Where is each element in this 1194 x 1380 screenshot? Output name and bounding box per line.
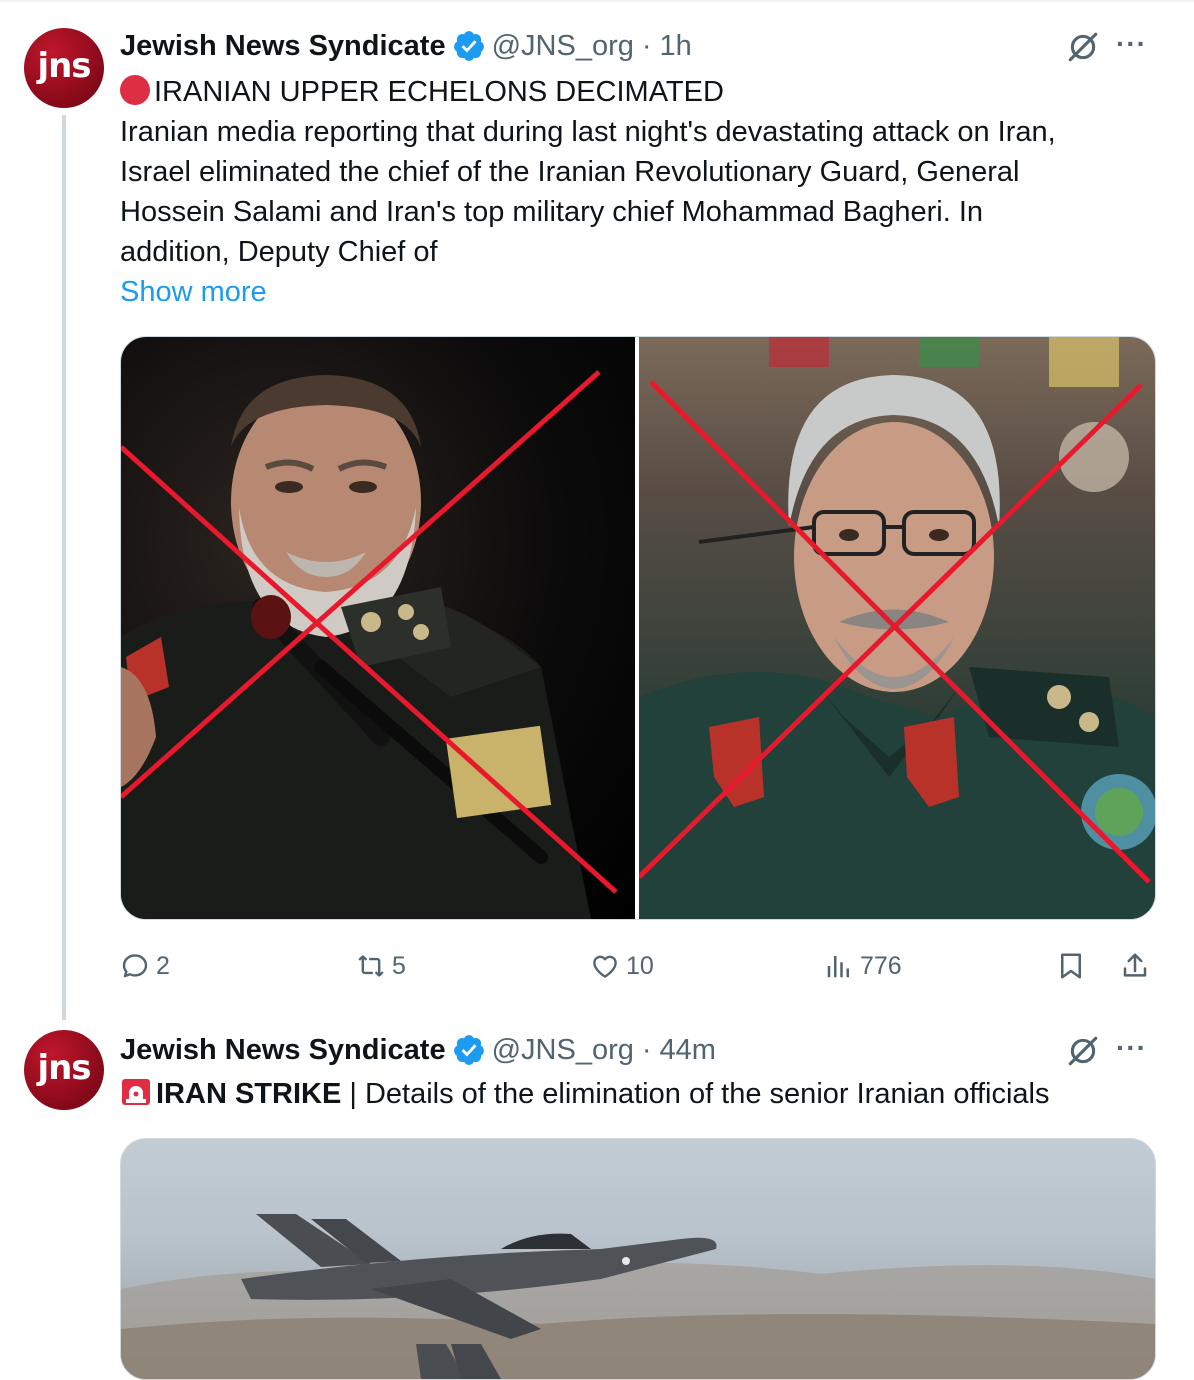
- avatar[interactable]: jns: [24, 1030, 104, 1110]
- bookmark-button[interactable]: [1056, 944, 1092, 988]
- photo-right-illustration: [637, 337, 1155, 919]
- author-name[interactable]: Jewish News Syndicate: [120, 30, 446, 63]
- separator-dot: ·: [641, 29, 652, 62]
- author-name[interactable]: Jewish News Syndicate: [120, 1034, 446, 1067]
- views-count: 776: [860, 951, 902, 980]
- verified-badge-icon[interactable]: [452, 29, 486, 63]
- fighter-jet-photo: [121, 1214, 1155, 1379]
- tweet-header: Jewish News Syndicate @JNS_org · 44m: [120, 1030, 716, 1070]
- author-handle[interactable]: @JNS_org: [492, 1034, 634, 1067]
- tweet-header: Jewish News Syndicate @JNS_org · 1h: [120, 26, 692, 66]
- repost-count: 5: [392, 951, 406, 980]
- tweet-body-line: Iranian media reporting that during last…: [120, 116, 1056, 148]
- media-image[interactable]: [120, 1138, 1156, 1380]
- avatar-logo-text: jns: [37, 1048, 91, 1088]
- like-icon: [593, 955, 617, 978]
- reply-button[interactable]: 2: [120, 944, 170, 988]
- repost-button[interactable]: 5: [356, 944, 406, 988]
- share-button[interactable]: [1120, 944, 1156, 988]
- headline-text: IRANIAN UPPER ECHELONS DECIMATED: [154, 76, 724, 108]
- tweet-headline: IRANIAN UPPER ECHELONS DECIMATED: [120, 72, 724, 112]
- avatar[interactable]: jns: [24, 28, 104, 108]
- photo-right[interactable]: [637, 337, 1155, 919]
- headline-bold: IRAN STRIKE: [156, 1078, 342, 1110]
- verified-badge-icon[interactable]: [452, 1033, 486, 1067]
- bookmark-icon: [1061, 953, 1081, 979]
- thread-connector-line: [62, 115, 66, 1020]
- tweet-actions: 2 5 10 776: [120, 944, 1160, 988]
- repost-icon: [358, 955, 384, 977]
- media-grid[interactable]: [120, 336, 1156, 920]
- grok-icon[interactable]: [1066, 1034, 1100, 1068]
- tweet-headline: IRAN STRIKE | Details of the elimination…: [120, 1074, 1050, 1114]
- author-handle[interactable]: @JNS_org: [492, 30, 634, 63]
- avatar-logo-text: jns: [37, 46, 91, 86]
- tweet-body-line: Israel eliminated the chief of the Irani…: [120, 156, 1020, 188]
- show-more-link[interactable]: Show more: [120, 272, 267, 312]
- views-button[interactable]: 776: [824, 944, 902, 988]
- tweet[interactable]: jns Jewish News Syndicate @JNS_org · 1h …: [0, 0, 1194, 1020]
- headline-rest: | Details of the elimination of the seni…: [341, 1078, 1050, 1110]
- tweet[interactable]: jns Jewish News Syndicate @JNS_org · 44m…: [0, 1010, 1194, 1380]
- separator-dot: ·: [641, 1033, 652, 1066]
- tweet-body-line: Hossein Salami and Iran's top military c…: [120, 196, 984, 228]
- reply-icon: [122, 954, 148, 978]
- grok-icon[interactable]: [1066, 30, 1100, 64]
- photo-left-illustration: [121, 370, 618, 919]
- siren-icon: [122, 1079, 150, 1105]
- timestamp[interactable]: 1h: [660, 30, 692, 63]
- more-icon[interactable]: ···: [1116, 1032, 1147, 1064]
- share-icon: [1123, 953, 1147, 977]
- like-count: 10: [626, 951, 654, 980]
- more-icon[interactable]: ···: [1116, 28, 1147, 60]
- photo-left[interactable]: [121, 337, 635, 919]
- timestamp[interactable]: 44m: [660, 1034, 716, 1067]
- red-circle-emoji: [120, 75, 150, 105]
- views-icon: [827, 956, 849, 978]
- like-button[interactable]: 10: [590, 944, 654, 988]
- tweet-body-line: addition, Deputy Chief of: [120, 236, 438, 268]
- reply-count: 2: [156, 951, 170, 980]
